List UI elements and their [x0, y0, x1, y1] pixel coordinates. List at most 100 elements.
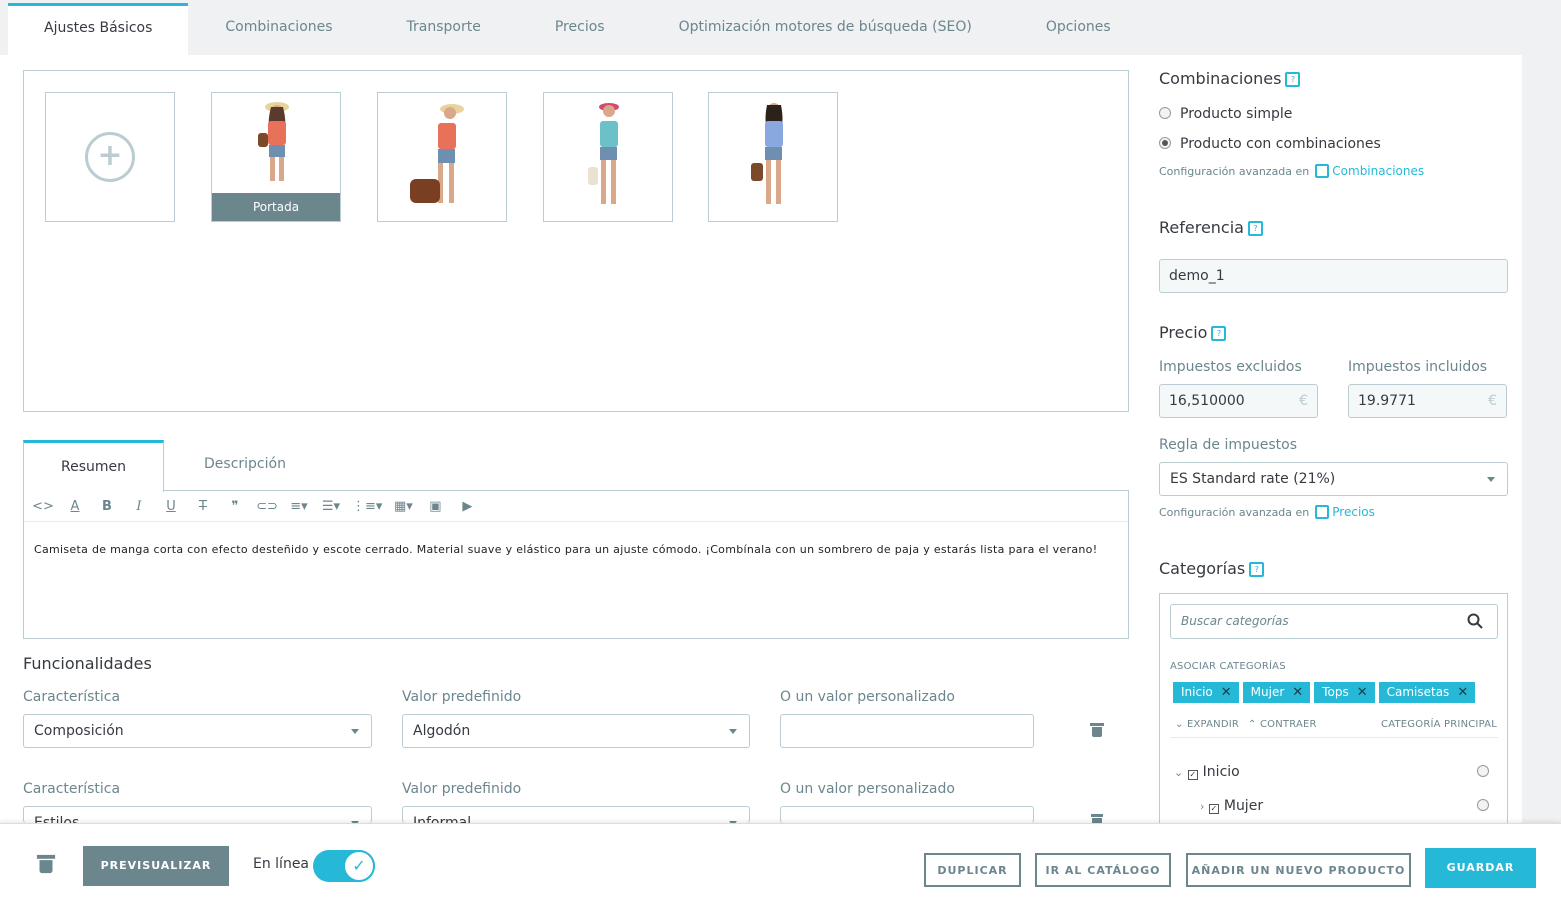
close-icon[interactable]: ✕ [1457, 685, 1468, 700]
cover-label: Portada [212, 193, 340, 221]
help-icon[interactable]: ? [1211, 326, 1227, 341]
feature-label: Característica [23, 689, 121, 705]
category-tree-item-mujer[interactable]: › ✓ Mujer [1200, 798, 1263, 814]
reference-input[interactable]: demo_1 [1159, 259, 1508, 293]
save-button[interactable]: GUARDAR [1425, 848, 1536, 888]
features-title: Funcionalidades [23, 654, 152, 673]
external-link-icon [1315, 505, 1330, 519]
prices-link[interactable]: Precios [1332, 505, 1375, 519]
close-icon[interactable]: ✕ [1357, 685, 1368, 700]
radio-simple-product[interactable]: Producto simple [1159, 106, 1292, 122]
help-icon[interactable]: ? [1249, 562, 1265, 577]
currency-symbol: € [1299, 393, 1308, 409]
preset-value-select[interactable]: Algodón [402, 714, 750, 748]
preview-button[interactable]: PREVISUALIZAR [83, 846, 229, 886]
bold-icon[interactable]: B [96, 499, 118, 514]
divider [1170, 737, 1498, 738]
search-icon[interactable] [1467, 613, 1483, 629]
chevron-down-icon [729, 729, 737, 734]
preset-value-select[interactable]: Informal [402, 806, 750, 823]
categories-title: Categorías? [1159, 559, 1265, 578]
price-advanced-config: Configuración avanzada en Precios [1159, 505, 1375, 519]
main-category-label: CATEGORÍA PRINCIPAL [1381, 719, 1497, 730]
rich-text-editor: <> A B I U T ❞ ⊂⊃ ≡▾ ☰▾ ⋮≡▾ ▦▾ ▣ ▶ Camis… [23, 490, 1129, 639]
feature-label: Característica [23, 781, 121, 797]
delete-feature-icon[interactable] [1090, 723, 1104, 737]
tab-pricing[interactable]: Precios [518, 3, 642, 55]
product-image-4[interactable] [708, 92, 838, 222]
help-icon[interactable]: ? [1285, 72, 1301, 87]
model-photo [410, 104, 464, 203]
align-icon[interactable]: ≡▾ [288, 499, 310, 514]
check-icon: ✓ [343, 850, 375, 882]
text-color-icon[interactable]: A [64, 499, 86, 514]
product-image-2[interactable] [377, 92, 507, 222]
go-to-catalog-button[interactable]: IR AL CATÁLOGO [1035, 853, 1171, 887]
price-excl-input[interactable]: 16,510000 € [1159, 384, 1318, 418]
delete-feature-icon[interactable] [1091, 814, 1103, 823]
tab-shipping[interactable]: Transporte [370, 3, 518, 55]
italic-icon[interactable]: I [128, 499, 150, 514]
duplicate-button[interactable]: DUPLICAR [924, 853, 1021, 887]
currency-symbol: € [1488, 393, 1497, 409]
chevron-down-icon[interactable]: ⌄ [1174, 766, 1183, 779]
main-category-radio[interactable] [1477, 765, 1489, 777]
online-label: En línea [253, 856, 310, 872]
tax-rule-label: Regla de impuestos [1159, 437, 1298, 453]
strikethrough-icon[interactable]: T [192, 499, 214, 514]
bullet-list-icon[interactable]: ☰▾ [320, 499, 342, 514]
blockquote-icon[interactable]: ❞ [224, 499, 246, 514]
category-tag: Mujer ✕ [1242, 682, 1311, 703]
main-category-radio[interactable] [1477, 799, 1489, 811]
chevron-down-icon [1487, 477, 1495, 482]
link-icon[interactable]: ⊂⊃ [256, 499, 278, 514]
category-search-input[interactable]: Buscar categorías [1170, 604, 1498, 639]
delete-product-icon[interactable] [36, 854, 56, 874]
media-icon[interactable]: ▶ [456, 499, 478, 514]
checkbox-checked-icon[interactable]: ✓ [1208, 804, 1219, 814]
editor-content[interactable]: Camiseta de manga corta con efecto deste… [24, 522, 1128, 577]
custom-value-label: O un valor personalizado [780, 689, 955, 705]
add-new-product-button[interactable]: AÑADIR UN NUEVO PRODUCTO [1186, 853, 1411, 887]
custom-value-input[interactable] [780, 714, 1034, 748]
numbered-list-icon[interactable]: ⋮≡▾ [352, 499, 382, 514]
online-toggle[interactable]: ✓ [313, 850, 375, 882]
chevron-down-icon: ⌄ [1175, 719, 1187, 730]
product-image-3[interactable] [543, 92, 673, 222]
chevron-right-icon[interactable]: › [1200, 800, 1204, 813]
tab-seo[interactable]: Optimización motores de búsqueda (SEO) [642, 3, 1009, 55]
chevron-down-icon [351, 729, 359, 734]
radio-checked-icon [1159, 137, 1171, 149]
tab-summary[interactable]: Resumen [23, 440, 165, 492]
tax-rule-select[interactable]: ES Standard rate (21%) [1159, 462, 1508, 496]
tab-combinations[interactable]: Combinaciones [188, 3, 369, 55]
expand-button[interactable]: ⌄ EXPANDIR [1175, 719, 1239, 730]
combinations-link[interactable]: Combinaciones [1332, 164, 1424, 178]
image-icon[interactable]: ▣ [424, 499, 446, 514]
feature-select[interactable]: Estilos [23, 806, 372, 823]
checkbox-checked-icon[interactable]: ✓ [1187, 770, 1198, 780]
tab-description[interactable]: Descripción [164, 440, 326, 491]
underline-icon[interactable]: U [160, 499, 182, 514]
custom-value-label: O un valor personalizado [780, 781, 955, 797]
category-tree-item-inicio[interactable]: ⌄ ✓ Inicio [1174, 764, 1240, 780]
table-icon[interactable]: ▦▾ [392, 499, 414, 514]
collapse-button[interactable]: ⌃ CONTRAER [1248, 719, 1317, 730]
add-image-button[interactable]: + [45, 92, 175, 222]
price-incl-input[interactable]: 19.9771 € [1348, 384, 1507, 418]
combinations-title: Combinaciones? [1159, 69, 1301, 88]
summary-tabs: Resumen Descripción [23, 440, 326, 492]
close-icon[interactable]: ✕ [1292, 685, 1303, 700]
close-icon[interactable]: ✕ [1221, 685, 1232, 700]
category-tag: Inicio ✕ [1173, 682, 1239, 703]
help-icon[interactable]: ? [1247, 221, 1263, 236]
custom-value-input[interactable] [780, 806, 1034, 823]
preset-value-label: Valor predefinido [402, 781, 522, 797]
tab-options[interactable]: Opciones [1009, 3, 1148, 55]
code-view-icon[interactable]: <> [32, 499, 54, 514]
radio-product-combinations[interactable]: Producto con combinaciones [1159, 136, 1381, 152]
product-image-1[interactable]: Portada [211, 92, 341, 222]
tab-basic-settings[interactable]: Ajustes Básicos [8, 3, 189, 55]
feature-select[interactable]: Composición [23, 714, 372, 748]
radio-icon [1159, 107, 1171, 119]
